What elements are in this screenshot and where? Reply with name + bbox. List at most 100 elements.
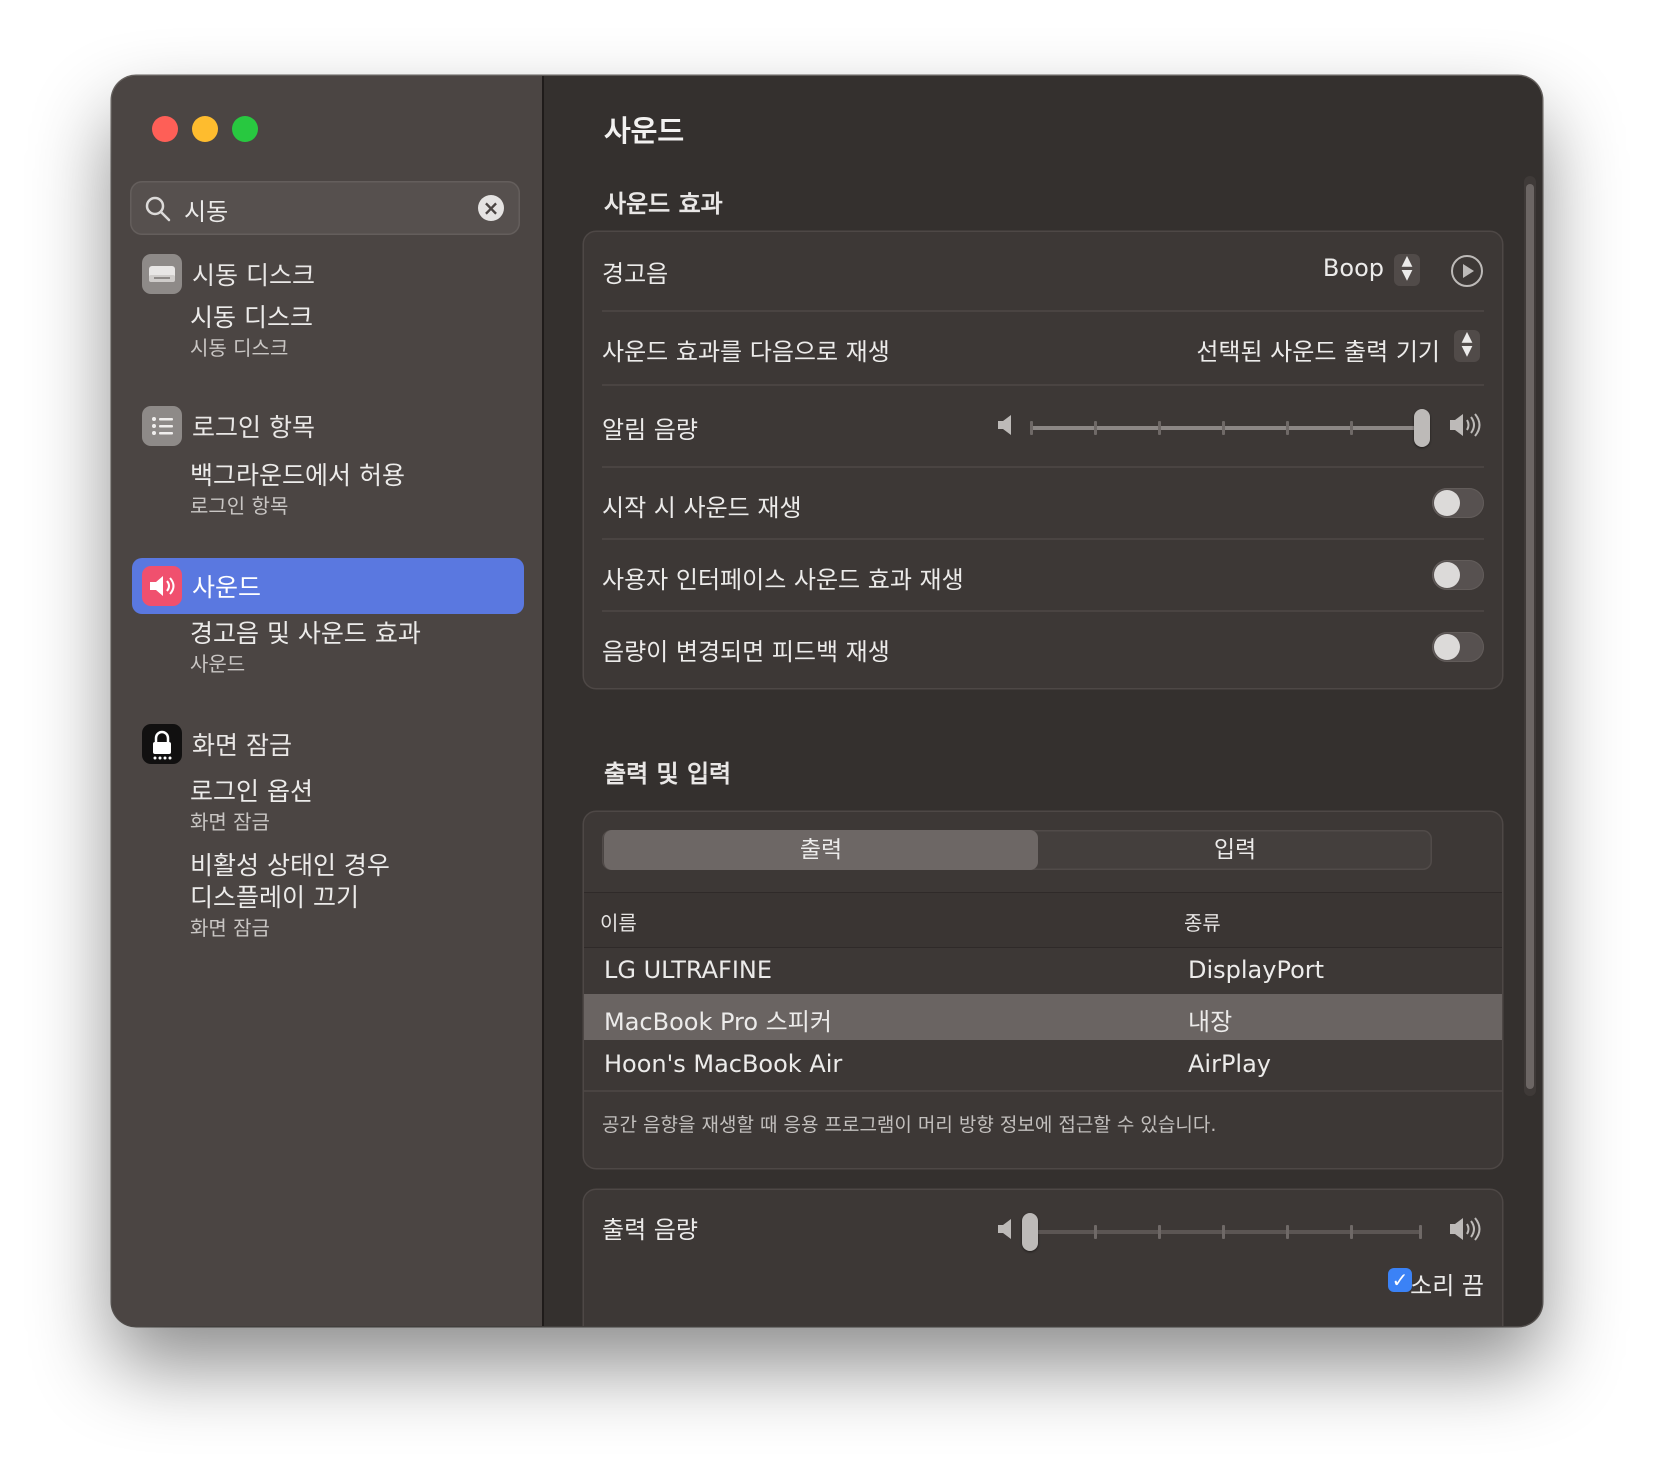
search-input[interactable] xyxy=(182,189,476,229)
sidebar-item-login-items[interactable]: 로그인 항목 xyxy=(132,398,524,454)
play-through-row: 사운드 효과를 다음으로 재생 선택된 사운드 출력 기기 ▲ ▼ xyxy=(584,312,1502,384)
alert-volume-row: 알림 음량 xyxy=(584,386,1502,466)
volume-low-icon xyxy=(998,1219,1011,1239)
scrollbar-thumb[interactable] xyxy=(1526,184,1534,1089)
minimize-button[interactable] xyxy=(192,116,218,142)
settings-window: × 시동 디스크 시동 디스크 시동 디스크 xyxy=(112,76,1542,1326)
search-icon xyxy=(145,196,171,222)
output-volume-thumb[interactable] xyxy=(1022,1213,1038,1251)
clear-search-icon[interactable]: × xyxy=(478,195,504,221)
alert-volume-fill xyxy=(1030,426,1422,430)
search-result-alert-sounds[interactable]: 경고음 및 사운드 효과 사운드 xyxy=(190,618,421,678)
result-title: 시동 디스크 xyxy=(190,303,313,332)
zoom-button[interactable] xyxy=(232,116,258,142)
search-result-startup-disk[interactable]: 시동 디스크 시동 디스크 xyxy=(190,302,313,362)
volume-low-icon xyxy=(998,415,1011,435)
divider xyxy=(584,1090,1502,1092)
output-input-segmented-control: 출력 입력 xyxy=(602,830,1432,870)
slider-tick xyxy=(1419,1225,1422,1239)
device-type: AirPlay xyxy=(1188,1050,1272,1078)
startup-sound-label: 시작 시 사운드 재생 xyxy=(602,494,802,522)
device-name: MacBook Pro 스피커 xyxy=(604,1008,832,1036)
close-button[interactable] xyxy=(152,116,178,142)
table-row[interactable]: Hoon's MacBook Air AirPlay xyxy=(584,1042,1502,1088)
vertical-scrollbar[interactable] xyxy=(1524,176,1536,1096)
toggle-knob xyxy=(1434,634,1460,660)
slider-tick xyxy=(1158,421,1161,435)
result-subtitle: 화면 잠금 xyxy=(190,916,270,940)
result-subtitle: 화면 잠금 xyxy=(190,810,270,834)
result-subtitle: 시동 디스크 xyxy=(190,336,289,360)
section-title-output-input: 출력 및 입력 xyxy=(604,760,732,788)
result-title: 백그라운드에서 허용 xyxy=(190,461,405,490)
alert-sound-popup[interactable]: Boop xyxy=(1323,254,1384,282)
slider-tick xyxy=(1350,1225,1353,1239)
ui-effects-label: 사용자 인터페이스 사운드 효과 재생 xyxy=(602,566,964,594)
output-volume-label: 출력 음량 xyxy=(602,1216,698,1244)
alert-sound-chevron-icon[interactable]: ▲ ▼ xyxy=(1394,254,1420,286)
alert-volume-slider[interactable] xyxy=(1030,409,1430,447)
ui-effects-toggle[interactable] xyxy=(1432,560,1484,590)
startup-sound-toggle[interactable] xyxy=(1432,488,1484,518)
play-through-label: 사운드 효과를 다음으로 재생 xyxy=(602,338,890,366)
toggle-knob xyxy=(1434,490,1460,516)
spatial-audio-note: 공간 음향을 재생할 때 응용 프로그램이 머리 방향 정보에 접근할 수 있습… xyxy=(602,1114,1217,1136)
disk-icon xyxy=(142,254,182,294)
sidebar-item-label: 시동 디스크 xyxy=(192,261,315,290)
table-header: 이름 종류 xyxy=(584,892,1502,948)
result-title: 경고음 및 사운드 효과 xyxy=(190,619,421,648)
feedback-label: 음량이 변경되면 피드백 재생 xyxy=(602,638,890,666)
sidebar-item-sound[interactable]: 사운드 xyxy=(132,558,524,614)
search-result-login-options[interactable]: 로그인 옵션 화면 잠금 xyxy=(190,776,313,836)
volume-high-icon xyxy=(1450,413,1481,437)
toggle-knob xyxy=(1434,562,1460,588)
slider-tick xyxy=(1286,1225,1289,1239)
sidebar-item-startup-disk[interactable]: 시동 디스크 xyxy=(132,246,524,302)
search-result-allow-background[interactable]: 백그라운드에서 허용 로그인 항목 xyxy=(190,460,405,520)
sidebar-item-label: 화면 잠금 xyxy=(192,731,292,760)
sidebar-item-lock-screen[interactable]: 화면 잠금 xyxy=(132,716,524,772)
alert-sound-label: 경고음 xyxy=(602,260,669,288)
startup-sound-row: 시작 시 사운드 재생 xyxy=(584,468,1502,538)
feedback-toggle[interactable] xyxy=(1432,632,1484,662)
slider-tick xyxy=(1094,1225,1097,1239)
slider-tick xyxy=(1094,421,1097,435)
ui-effects-row: 사용자 인터페이스 사운드 효과 재생 xyxy=(584,540,1502,610)
result-title-line2: 디스플레이 끄기 xyxy=(190,883,359,912)
output-input-card: 출력 입력 이름 종류 LG ULTRAFINE DisplayPort Mac… xyxy=(584,812,1502,1168)
slider-tick xyxy=(1030,421,1033,435)
sidebar: × 시동 디스크 시동 디스크 시동 디스크 xyxy=(112,76,544,1326)
slider-tick xyxy=(1350,421,1353,435)
tab-input[interactable]: 입력 xyxy=(1038,830,1432,870)
search-result-display-off[interactable]: 비활성 상태인 경우 디스플레이 끄기 화면 잠금 xyxy=(190,850,390,942)
table-row[interactable]: MacBook Pro 스피커 내장 xyxy=(584,994,1502,1040)
section-title-sound-effects: 사운드 효과 xyxy=(604,190,723,218)
slider-tick xyxy=(1286,421,1289,435)
tab-output[interactable]: 출력 xyxy=(604,830,1038,870)
slider-tick xyxy=(1222,421,1225,435)
search-field[interactable]: × xyxy=(130,181,520,235)
play-through-popup[interactable]: 선택된 사운드 출력 기기 xyxy=(1196,332,1440,367)
output-volume-slider[interactable] xyxy=(1022,1213,1422,1251)
alert-volume-thumb[interactable] xyxy=(1414,409,1430,447)
volume-high-icon xyxy=(1450,1217,1481,1241)
column-header-name[interactable]: 이름 xyxy=(600,907,637,936)
sidebar-item-label: 로그인 항목 xyxy=(192,413,315,442)
lock-icon xyxy=(142,724,182,764)
play-through-chevron-icon[interactable]: ▲ ▼ xyxy=(1454,330,1480,362)
page-title: 사운드 xyxy=(604,114,685,148)
content-pane: 사운드 사운드 효과 경고음 Boop ▲ ▼ 사운드 효과를 다음으로 재생 선… xyxy=(544,76,1542,1326)
alert-volume-label: 알림 음량 xyxy=(602,416,698,444)
slider-tick xyxy=(1222,1225,1225,1239)
mute-checkbox[interactable]: ✓ xyxy=(1388,1268,1412,1292)
sidebar-item-label: 사운드 xyxy=(192,573,262,602)
device-type: DisplayPort xyxy=(1188,956,1325,984)
device-name: Hoon's MacBook Air xyxy=(604,1050,843,1078)
table-row[interactable]: LG ULTRAFINE DisplayPort xyxy=(584,948,1502,994)
speaker-icon xyxy=(142,566,182,606)
column-header-type[interactable]: 종류 xyxy=(1184,907,1221,936)
result-title-line1: 비활성 상태인 경우 xyxy=(190,851,390,880)
play-alert-button[interactable] xyxy=(1450,254,1484,288)
sound-effects-card: 경고음 Boop ▲ ▼ 사운드 효과를 다음으로 재생 선택된 사운드 출력 기… xyxy=(584,232,1502,688)
alert-sound-row: 경고음 Boop ▲ ▼ xyxy=(584,232,1502,310)
